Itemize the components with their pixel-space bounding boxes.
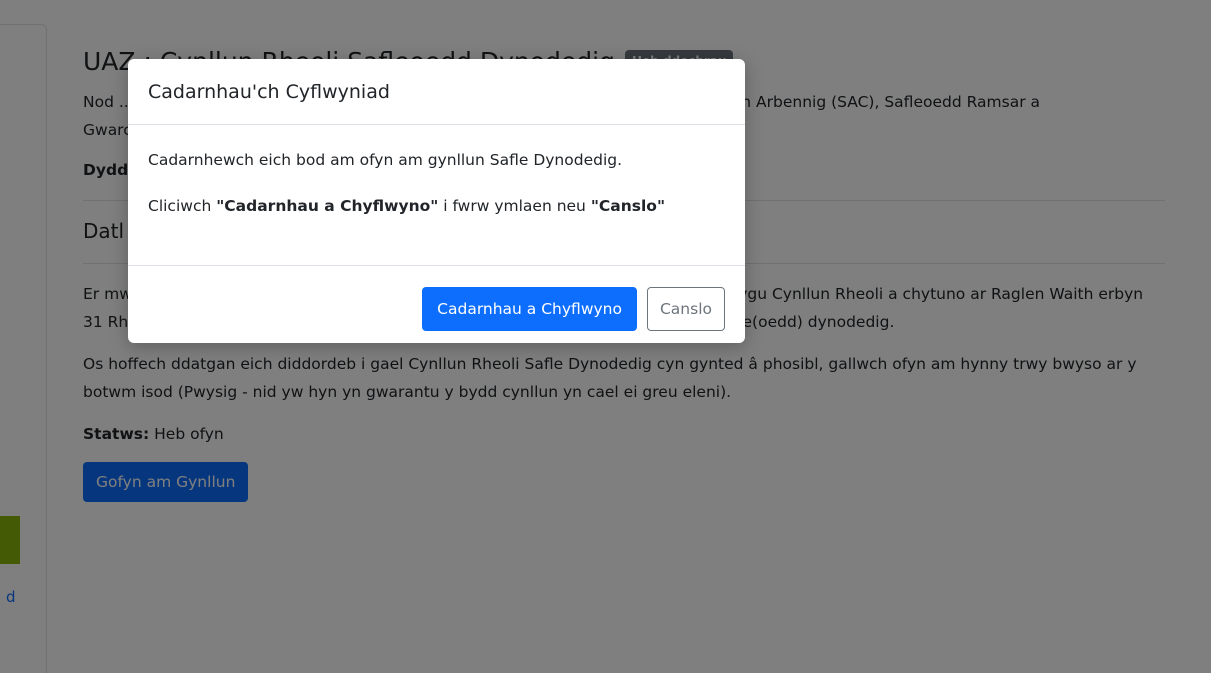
instruction-confirm-label: "Cadarnhau a Chyflwyno" <box>216 197 439 215</box>
confirm-modal: Cadarnhau'ch Cyflwyniad Cadarnhewch eich… <box>128 59 745 343</box>
modal-instruction: Cliciwch "Cadarnhau a Chyflwyno" i fwrw … <box>148 195 725 217</box>
instruction-prefix: Cliciwch <box>148 197 217 215</box>
modal-title: Cadarnhau'ch Cyflwyniad <box>148 80 390 103</box>
modal-header: Cadarnhau'ch Cyflwyniad <box>128 59 745 125</box>
confirm-submit-button[interactable]: Cadarnhau a Chyflwyno <box>422 287 637 331</box>
cancel-button[interactable]: Canslo <box>646 287 725 331</box>
modal-footer: Cadarnhau a Chyflwyno Canslo <box>128 266 745 343</box>
instruction-middle: i fwrw ymlaen neu <box>438 197 591 215</box>
modal-message: Cadarnhewch eich bod am ofyn am gynllun … <box>148 151 623 169</box>
page: d UAZ : Cynllun Rheoli Safleoedd Dynoded… <box>0 0 1211 673</box>
modal-body: Cadarnhewch eich bod am ofyn am gynllun … <box>128 125 745 266</box>
instruction-cancel-label: "Canslo" <box>590 197 666 215</box>
